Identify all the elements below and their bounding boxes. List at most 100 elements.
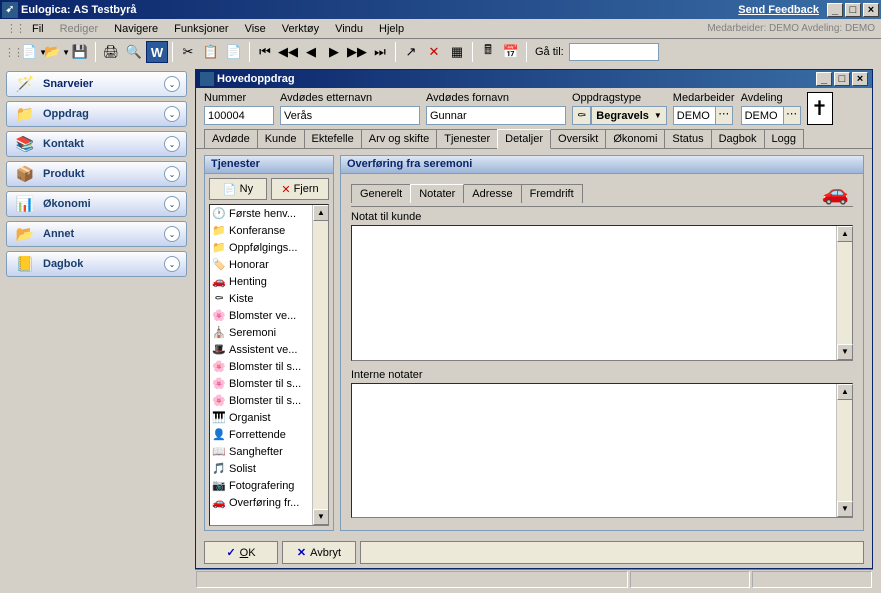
close-button[interactable]: × [863,3,879,17]
staff-input[interactable] [673,106,715,125]
child-close-button[interactable]: × [852,72,868,86]
new-service-button[interactable]: 📄 Ny [209,178,267,200]
sidebar-item-produkt[interactable]: 📦 Produkt ⌄ [6,161,187,187]
sidebar-item-oppdrag[interactable]: 📁 Oppdrag ⌄ [6,101,187,127]
surname-input[interactable] [280,106,420,125]
scroll-down-button[interactable]: ▼ [837,501,853,517]
tab-avdode[interactable]: Avdøde [204,129,258,148]
export-button[interactable]: ↗ [400,41,422,63]
copy-button[interactable]: 📋 [200,41,222,63]
dept-input[interactable] [741,106,783,125]
sidebar-item-okonomi[interactable]: 📊 Økonomi ⌄ [6,191,187,217]
cal-button[interactable]: 📅 [500,41,522,63]
menu-hjelp[interactable]: Hjelp [371,21,412,37]
menu-navigere[interactable]: Navigere [106,21,166,37]
last-button[interactable]: ⏭ [369,41,391,63]
menu-fil[interactable]: Fil [24,21,52,37]
calc-button[interactable]: 🖩 [477,41,499,63]
delete-button[interactable]: ✕ [423,41,445,63]
service-item[interactable]: ⛪Seremoni [210,324,312,341]
sidebar-item-kontakt[interactable]: 📚 Kontakt ⌄ [6,131,187,157]
child-minimize-button[interactable]: _ [816,72,832,86]
service-item[interactable]: 🎵Solist [210,460,312,477]
service-item[interactable]: 📷Fotografering [210,477,312,494]
subtab-notater[interactable]: Notater [410,184,464,203]
service-item[interactable]: 🎩Assistent ve... [210,341,312,358]
tab-detaljer[interactable]: Detaljer [497,129,551,149]
scroll-up-button[interactable]: ▲ [837,384,853,400]
dept-lookup-button[interactable]: ⋯ [783,106,801,125]
child-maximize-button[interactable]: □ [834,72,850,86]
new-button[interactable]: 📄▼ [23,41,45,63]
cancel-button[interactable]: ✕Avbryt [282,541,356,564]
service-item[interactable]: 📖Sanghefter [210,443,312,460]
preview-button[interactable]: 🔍 [123,41,145,63]
tab-oversikt[interactable]: Oversikt [550,129,606,148]
service-item[interactable]: 🚗Henting [210,273,312,290]
service-item[interactable]: 📁Konferanse [210,222,312,239]
service-item[interactable]: 🌸Blomster til s... [210,375,312,392]
sidebar-item-dagbok[interactable]: 📒 Dagbok ⌄ [6,251,187,277]
tab-okonomi[interactable]: Økonomi [605,129,665,148]
scroll-down-button[interactable]: ▼ [837,344,853,360]
word-button[interactable]: W [146,41,168,63]
subtab-fremdrift[interactable]: Fremdrift [521,184,583,203]
open-button[interactable]: 📂▼ [46,41,68,63]
service-item[interactable]: 🏷️Honorar [210,256,312,273]
maximize-button[interactable]: □ [845,3,861,17]
print-button[interactable]: 🖨 [100,41,122,63]
menu-verktoy[interactable]: Verktøy [274,21,327,37]
note-internal-textarea[interactable]: ▲ ▼ [351,383,853,519]
ok-button[interactable]: ✓OK [204,541,278,564]
grid-button[interactable]: ▦ [446,41,468,63]
first-button[interactable]: ⏮ [254,41,276,63]
subtab-generelt[interactable]: Generelt [351,184,411,203]
service-item[interactable]: 🌸Blomster ve... [210,307,312,324]
menu-rediger[interactable]: Rediger [52,21,107,37]
sidebar-item-annet[interactable]: 📂 Annet ⌄ [6,221,187,247]
tab-logg[interactable]: Logg [764,129,804,148]
subtab-adresse[interactable]: Adresse [463,184,521,203]
tab-kunde[interactable]: Kunde [257,129,305,148]
scroll-up-button[interactable]: ▲ [313,205,329,221]
tab-tjenester[interactable]: Tjenester [436,129,498,148]
type-dropdown[interactable]: Begravels▼ [591,106,667,125]
tab-ektefelle[interactable]: Ektefelle [304,129,362,148]
minimize-button[interactable]: _ [827,3,843,17]
save-button[interactable]: 💾 [69,41,91,63]
next-button[interactable]: ▶ [323,41,345,63]
scroll-down-button[interactable]: ▼ [313,509,329,525]
send-feedback-link[interactable]: Send Feedback [738,4,819,16]
tab-dagbok[interactable]: Dagbok [711,129,765,148]
remove-service-button[interactable]: ✕ Fjern [271,178,329,200]
cut-button[interactable]: ✂ [177,41,199,63]
service-item[interactable]: 📁Oppfølgings... [210,239,312,256]
service-item[interactable]: 🕐Første henv... [210,205,312,222]
menu-vise[interactable]: Vise [237,21,274,37]
prev-button[interactable]: ◀ [300,41,322,63]
type-icon-button[interactable]: ⚰ [572,106,591,125]
service-item[interactable]: 🌸Blomster til s... [210,358,312,375]
service-item[interactable]: ⚰Kiste [210,290,312,307]
service-item[interactable]: 🚗Overføring fr... [210,494,312,511]
scroll-up-button[interactable]: ▲ [837,226,853,242]
paste-button[interactable]: 📄 [223,41,245,63]
staff-lookup-button[interactable]: ⋯ [715,106,733,125]
prev-page-button[interactable]: ◀◀ [277,41,299,63]
sidebar-item-snarveier[interactable]: 🪄 Snarveier ⌄ [6,71,187,97]
goto-input[interactable] [569,43,659,61]
service-item[interactable]: 👤Forrettende [210,426,312,443]
goto-label: Gå til: [535,46,564,58]
number-input[interactable] [204,106,274,125]
firstname-input[interactable] [426,106,566,125]
tab-arv[interactable]: Arv og skifte [361,129,438,148]
menu-funksjoner[interactable]: Funksjoner [166,21,236,37]
menu-vindu[interactable]: Vindu [327,21,371,37]
service-list[interactable]: 🕐Første henv...📁Konferanse📁Oppfølgings..… [209,204,329,526]
note-customer-textarea[interactable]: ▲ ▼ [351,225,853,361]
service-item[interactable]: 🎹Organist [210,409,312,426]
tab-status[interactable]: Status [664,129,711,148]
next-page-button[interactable]: ▶▶ [346,41,368,63]
service-item[interactable]: 🌸Blomster til s... [210,392,312,409]
service-label: Organist [229,412,271,424]
